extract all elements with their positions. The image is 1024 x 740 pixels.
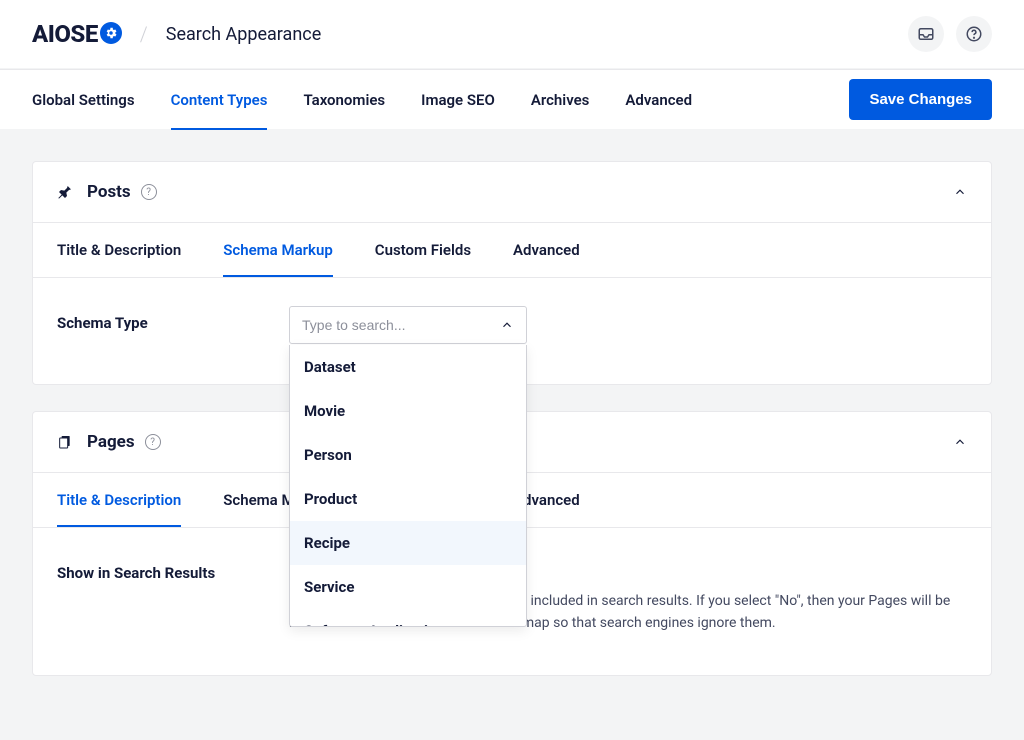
logo[interactable]: AIOSE <box>32 20 122 48</box>
chevron-up-icon <box>953 435 967 449</box>
option-person[interactable]: Person <box>290 433 526 477</box>
schema-type-select[interactable] <box>289 306 527 344</box>
logo-text: AIOSE <box>32 20 98 48</box>
page-title: Search Appearance <box>166 24 322 45</box>
schema-type-field: Dataset Movie Person Product Recipe Serv… <box>289 306 967 344</box>
inbox-icon <box>917 25 935 43</box>
pages-title: Pages <box>87 432 135 452</box>
app-header: AIOSE / Search Appearance <box>0 0 1024 68</box>
tab-global-settings[interactable]: Global Settings <box>32 71 135 129</box>
subtab-advanced[interactable]: Advanced <box>513 223 580 277</box>
chevron-up-icon <box>953 185 967 199</box>
help-icon[interactable]: ? <box>145 434 161 450</box>
option-service[interactable]: Service <box>290 565 526 609</box>
subtab-title-description[interactable]: Title & Description <box>57 473 181 527</box>
subtab-schema-markup[interactable]: Schema Markup <box>223 223 333 277</box>
posts-card: Posts ? Title & Description Schema Marku… <box>32 161 992 385</box>
schema-dropdown: Dataset Movie Person Product Recipe Serv… <box>289 345 527 627</box>
main-tabbar: Global Settings Content Types Taxonomies… <box>0 69 1024 129</box>
posts-subtabs: Title & Description Schema Markup Custom… <box>33 222 991 277</box>
content: Posts ? Title & Description Schema Marku… <box>0 129 1024 734</box>
show-in-search-label: Show in Search Results <box>57 556 289 582</box>
option-recipe[interactable]: Recipe <box>290 521 526 565</box>
help-button[interactable] <box>956 16 992 52</box>
option-dataset[interactable]: Dataset <box>290 345 526 389</box>
schema-type-label: Schema Type <box>57 306 289 332</box>
chevron-up-icon <box>500 318 514 332</box>
gear-icon <box>100 22 122 44</box>
header-actions <box>908 16 992 52</box>
help-icon[interactable]: ? <box>141 184 157 200</box>
schema-search-input[interactable] <box>302 317 500 333</box>
tab-content-types[interactable]: Content Types <box>171 71 268 129</box>
help-icon <box>965 25 983 43</box>
tab-image-seo[interactable]: Image SEO <box>421 71 495 129</box>
inbox-button[interactable] <box>908 16 944 52</box>
option-software-application[interactable]: Software Application <box>290 609 526 627</box>
tab-archives[interactable]: Archives <box>531 71 590 129</box>
tab-advanced[interactable]: Advanced <box>625 71 692 129</box>
pin-icon <box>57 184 73 200</box>
subtab-custom-fields[interactable]: Custom Fields <box>375 223 471 277</box>
copy-icon <box>57 434 73 450</box>
posts-card-header[interactable]: Posts ? <box>33 162 991 222</box>
option-movie[interactable]: Movie <box>290 389 526 433</box>
tab-taxonomies[interactable]: Taxonomies <box>303 71 385 129</box>
save-button[interactable]: Save Changes <box>849 79 992 120</box>
posts-card-body: Schema Type Dataset Movie Person Product… <box>33 277 991 384</box>
schema-type-row: Schema Type Dataset Movie Person Product… <box>57 306 967 344</box>
divider: / <box>140 22 148 46</box>
posts-title: Posts <box>87 182 131 202</box>
subtab-title-description[interactable]: Title & Description <box>57 223 181 277</box>
option-product[interactable]: Product <box>290 477 526 521</box>
